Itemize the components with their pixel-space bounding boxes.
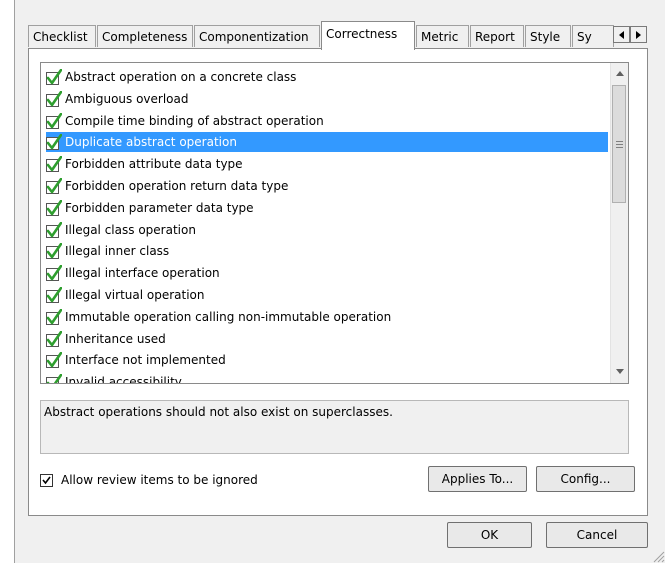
tab-completeness[interactable]: Completeness xyxy=(97,25,193,47)
chevron-up-icon xyxy=(615,71,624,76)
resize-grip-icon[interactable] xyxy=(651,549,665,563)
checkbox-checked-icon[interactable] xyxy=(46,199,62,216)
list-item[interactable]: Illegal virtual operation xyxy=(46,285,608,305)
rule-label: Forbidden attribute data type xyxy=(65,157,243,172)
list-item[interactable]: Abstract operation on a concrete class xyxy=(46,67,608,87)
tab-sy[interactable]: Sy xyxy=(572,25,614,47)
scroll-down-button[interactable] xyxy=(611,363,628,380)
allow-ignore-label: Allow review items to be ignored xyxy=(61,473,258,487)
rule-label: Abstract operation on a concrete class xyxy=(65,70,297,84)
rule-label: Illegal class operation xyxy=(65,222,196,237)
list-item[interactable]: Inheritance used xyxy=(46,329,608,349)
rule-label: Duplicate abstract operation xyxy=(64,134,238,151)
allow-ignore-checkbox[interactable]: Allow review items to be ignored xyxy=(40,472,258,488)
rule-label: Interface not implemented xyxy=(65,353,226,368)
list-item[interactable]: Interface not implemented xyxy=(46,350,608,370)
checkbox-checked-icon[interactable] xyxy=(46,352,62,369)
tab-report[interactable]: Report xyxy=(470,25,524,47)
checkbox-checked-icon[interactable] xyxy=(46,308,62,325)
rules-list[interactable]: Abstract operation on a concrete class Am… xyxy=(40,62,629,384)
checkbox-checked-icon[interactable] xyxy=(46,69,62,85)
scroll-thumb[interactable] xyxy=(612,85,626,203)
list-item[interactable]: Forbidden attribute data type xyxy=(46,154,608,174)
applies-to-button[interactable]: Applies To... xyxy=(428,466,527,492)
tab-componentization[interactable]: Componentization xyxy=(194,25,320,47)
rule-label: Invalid accessibility xyxy=(65,375,182,384)
checkbox-checked-icon[interactable] xyxy=(46,221,62,238)
rule-label: Compile time binding of abstract operati… xyxy=(65,113,324,128)
list-item[interactable]: Invalid accessibility xyxy=(46,372,608,384)
list-item[interactable]: Illegal class operation xyxy=(46,220,608,240)
checkbox-box[interactable] xyxy=(40,473,53,487)
rule-label: Illegal virtual operation xyxy=(65,288,205,302)
checkbox-checked-icon[interactable] xyxy=(46,287,62,303)
chevron-down-icon xyxy=(615,369,624,374)
grip-lines-icon xyxy=(615,140,623,148)
checkbox-checked-icon[interactable] xyxy=(46,330,62,347)
list-vertical-scrollbar[interactable] xyxy=(610,63,628,383)
config-button[interactable]: Config... xyxy=(536,466,635,492)
rule-label: Forbidden operation return data type xyxy=(65,179,289,193)
list-item[interactable]: Compile time binding of abstract operati… xyxy=(46,111,608,131)
rule-label: Ambiguous overload xyxy=(65,91,189,106)
list-item[interactable]: Forbidden parameter data type xyxy=(46,198,608,218)
list-item[interactable]: Ambiguous overload xyxy=(46,89,608,109)
rule-label: Forbidden parameter data type xyxy=(65,200,254,215)
tab-strip: Checklist Completeness Componentization … xyxy=(28,21,648,50)
list-item[interactable]: Illegal inner class xyxy=(46,241,608,261)
tab-scroll-right-button[interactable] xyxy=(630,26,647,43)
rule-description: Abstract operations should not also exis… xyxy=(40,400,629,454)
ok-button[interactable]: OK xyxy=(447,522,532,548)
rule-label: Inheritance used xyxy=(65,331,166,346)
checkmark-icon xyxy=(42,476,51,484)
list-item[interactable]: Forbidden operation return data type xyxy=(46,176,608,196)
checkbox-checked-icon[interactable] xyxy=(46,134,62,151)
scroll-up-button[interactable] xyxy=(611,65,628,82)
tab-checklist[interactable]: Checklist xyxy=(28,25,96,47)
arrow-left-icon xyxy=(619,30,624,39)
checkbox-checked-icon[interactable] xyxy=(46,265,62,282)
checkbox-checked-icon[interactable] xyxy=(46,178,62,194)
checkbox-checked-icon[interactable] xyxy=(46,156,62,173)
dialog-left-edge xyxy=(14,0,15,563)
list-item[interactable]: Illegal interface operation xyxy=(46,263,608,283)
tab-style[interactable]: Style xyxy=(525,25,571,47)
rule-label: Immutable operation calling non-immutabl… xyxy=(65,309,392,324)
checkbox-checked-icon[interactable] xyxy=(46,90,62,107)
tab-scroll-left-button[interactable] xyxy=(613,26,630,43)
rule-label: Illegal interface operation xyxy=(65,266,220,281)
cancel-button[interactable]: Cancel xyxy=(546,522,648,548)
checkbox-checked-icon[interactable] xyxy=(46,374,62,384)
list-item[interactable]: Immutable operation calling non-immutabl… xyxy=(46,307,608,327)
tab-metric[interactable]: Metric xyxy=(416,25,469,47)
rule-label: Illegal inner class xyxy=(65,244,170,259)
list-item[interactable]: Duplicate abstract operation xyxy=(46,132,608,153)
tab-correctness[interactable]: Correctness xyxy=(321,21,415,50)
arrow-right-icon xyxy=(636,30,641,39)
checkbox-checked-icon[interactable] xyxy=(46,243,62,260)
checkbox-checked-icon[interactable] xyxy=(46,112,62,129)
